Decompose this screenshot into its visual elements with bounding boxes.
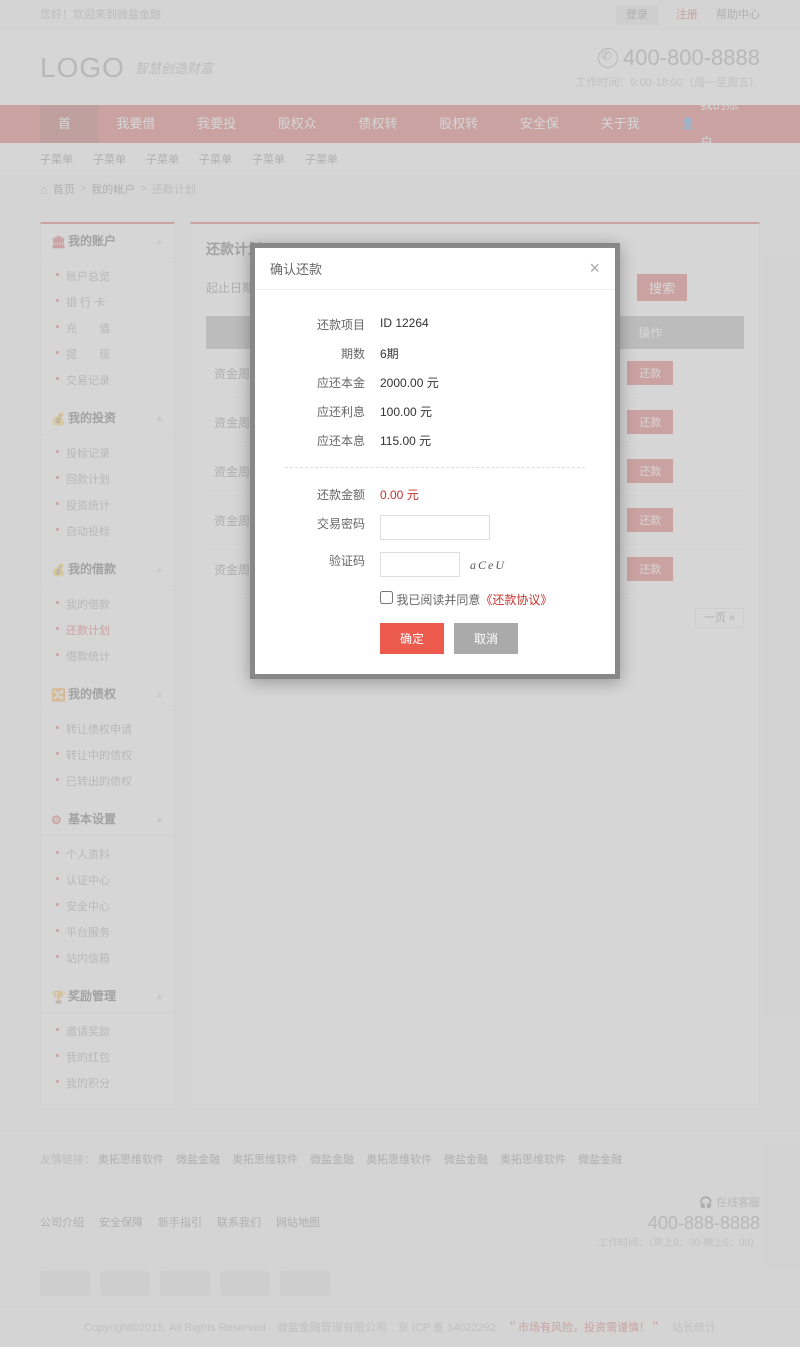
info-label: 应还本金 (285, 374, 365, 391)
info-label: 还款项目 (285, 316, 365, 333)
captcha-image[interactable]: aCeU (470, 558, 506, 572)
confirm-repay-modal: 确认还款 × 还款项目 ID 12264 期数 6期应还本金 2000.00 元应还利息… (250, 243, 620, 679)
trade-password-input[interactable] (380, 515, 490, 540)
info-label: 应还利息 (285, 403, 365, 420)
divider (285, 467, 585, 468)
agreement-link[interactable]: 《还款协议》 (480, 593, 552, 607)
close-icon[interactable]: × (589, 258, 600, 279)
info-value: 100.00 元 (380, 403, 432, 420)
agree-checkbox[interactable] (380, 591, 393, 604)
cancel-button[interactable]: 取消 (454, 623, 518, 654)
info-value: ID 12264 (380, 316, 429, 333)
info-value: 115.00 元 (380, 432, 431, 449)
info-label: 期数 (285, 345, 365, 362)
amount-value: 0.00 元 (380, 486, 419, 503)
modal-title: 确认还款 (270, 259, 322, 278)
captcha-input[interactable] (380, 552, 460, 577)
amount-label: 还款金额 (285, 486, 365, 503)
info-label: 应还本息 (285, 432, 365, 449)
confirm-button[interactable]: 确定 (380, 623, 444, 654)
agree-text: 我已阅读并同意 (396, 593, 480, 607)
pwd-label: 交易密码 (285, 515, 365, 540)
info-value: 2000.00 元 (380, 374, 439, 391)
captcha-label: 验证码 (285, 552, 365, 577)
info-value: 6期 (380, 345, 399, 362)
